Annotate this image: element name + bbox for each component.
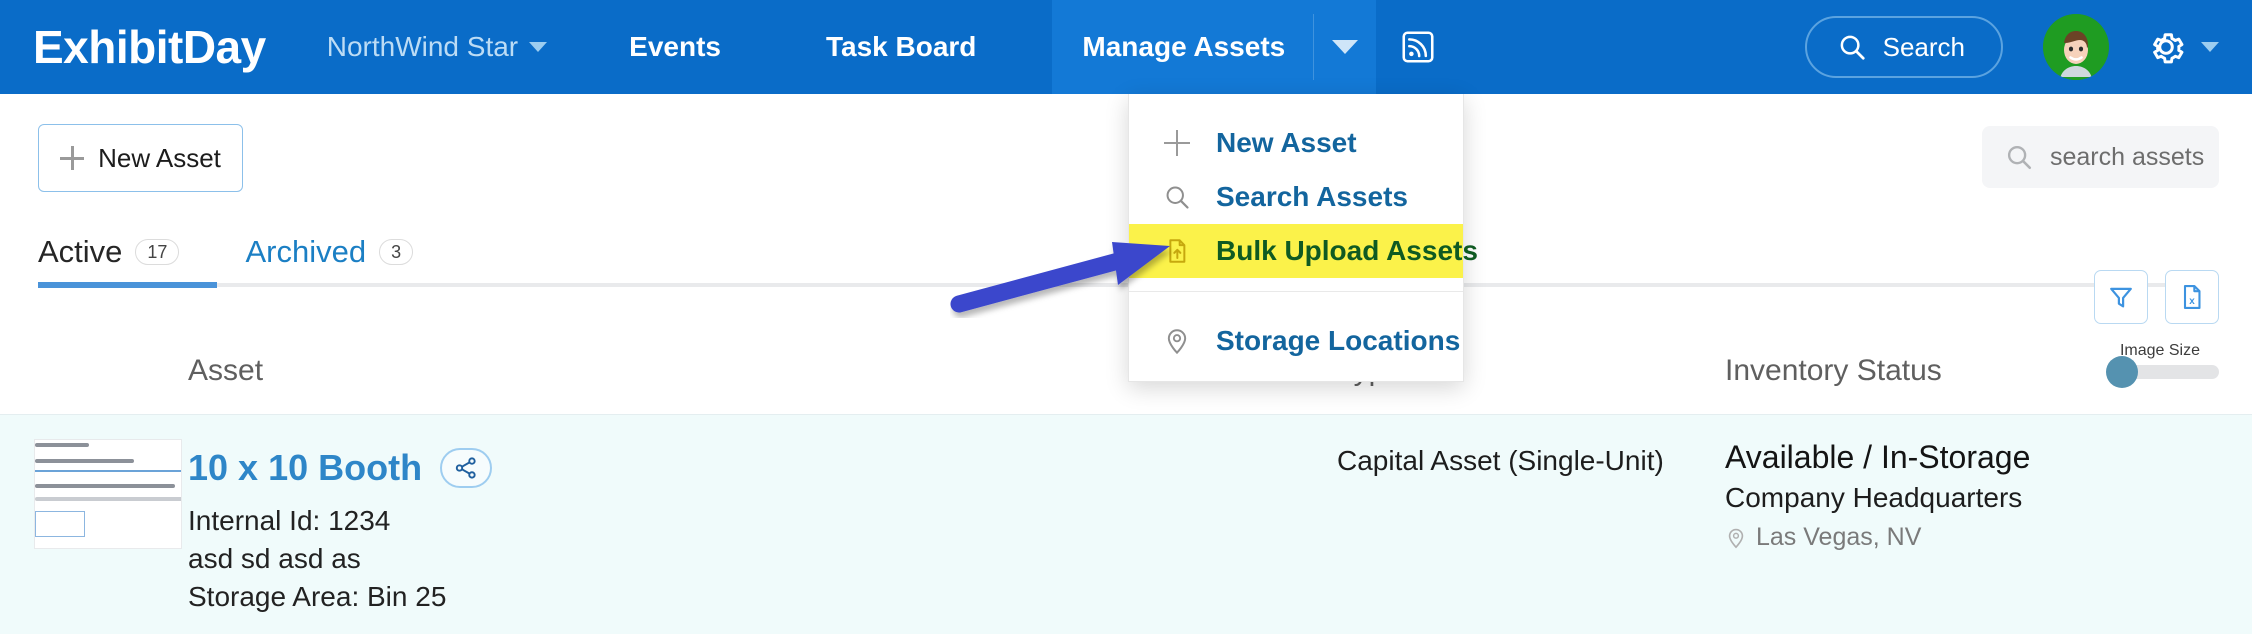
asset-name-link[interactable]: 10 x 10 Booth bbox=[188, 447, 422, 489]
nav-item-manage-assets[interactable]: Manage Assets bbox=[1052, 0, 1313, 94]
settings-menu-toggle[interactable] bbox=[2145, 26, 2219, 68]
tab-active-label: Active bbox=[38, 234, 123, 269]
table-header-row: Asset Type Inventory Status bbox=[0, 354, 2252, 418]
chevron-down-icon bbox=[1332, 40, 1359, 54]
annotation-arrow-icon bbox=[950, 242, 1170, 313]
user-avatar[interactable] bbox=[2043, 14, 2109, 80]
asset-name-row: 10 x 10 Booth bbox=[188, 447, 493, 489]
filter-button[interactable] bbox=[2094, 270, 2148, 324]
manage-assets-dropdown-toggle[interactable] bbox=[1314, 0, 1376, 94]
new-asset-button[interactable]: New Asset bbox=[38, 124, 243, 192]
rss-feed-icon bbox=[1402, 31, 1434, 63]
chevron-down-icon bbox=[2201, 42, 2219, 52]
tab-archived[interactable]: Archived 3 bbox=[245, 234, 414, 288]
search-icon bbox=[2007, 145, 2032, 170]
menu-item-search-assets-label: Search Assets bbox=[1216, 181, 1408, 212]
tab-archived-label: Archived bbox=[245, 234, 367, 269]
asset-location-name: Company Headquarters bbox=[1725, 482, 2023, 513]
share-button[interactable] bbox=[440, 448, 493, 488]
nav-item-manage-assets-group: Manage Assets bbox=[1052, 0, 1377, 94]
asset-location-city-row: Las Vegas, NV bbox=[1725, 523, 1921, 552]
map-pin-icon bbox=[1728, 528, 1744, 548]
export-button[interactable]: x bbox=[2165, 270, 2219, 324]
asset-tabs: Active 17 Archived 3 bbox=[38, 234, 414, 288]
tab-archived-count: 3 bbox=[379, 239, 414, 265]
gear-icon bbox=[2153, 33, 2184, 64]
asset-location-city: Las Vegas, NV bbox=[1756, 523, 1922, 551]
menu-item-search-assets[interactable]: Search Assets bbox=[1129, 170, 1463, 224]
search-assets-placeholder: search assets bbox=[2050, 142, 2205, 171]
table-action-buttons: x bbox=[2094, 270, 2219, 324]
asset-thumbnail[interactable] bbox=[34, 439, 182, 549]
tab-active[interactable]: Active 17 bbox=[38, 234, 180, 288]
asset-internal-id: Internal Id: 1234 bbox=[188, 505, 391, 536]
menu-item-new-asset[interactable]: New Asset bbox=[1129, 116, 1463, 170]
menu-item-bulk-upload-assets-label: Bulk Upload Assets bbox=[1216, 235, 1478, 266]
column-header-asset: Asset bbox=[188, 354, 264, 387]
asset-inventory-status-value: Available / In-Storage bbox=[1725, 439, 2031, 475]
top-navigation-bar: ExhibitDay NorthWind Star Events Task Bo… bbox=[0, 0, 2252, 94]
search-icon bbox=[1840, 35, 1865, 60]
menu-item-storage-locations[interactable]: Storage Locations bbox=[1129, 314, 1463, 368]
organization-name: NorthWind Star bbox=[326, 31, 519, 62]
new-asset-button-label: New Asset bbox=[98, 142, 221, 173]
filter-funnel-icon bbox=[2110, 287, 2132, 308]
svg-text:x: x bbox=[2189, 296, 2195, 307]
app-page: ExhibitDay NorthWind Star Events Task Bo… bbox=[0, 0, 2252, 640]
main-content: New Asset search assets Active 17 Archiv… bbox=[0, 94, 2252, 640]
rss-feed-button[interactable] bbox=[1398, 27, 1438, 67]
search-icon bbox=[1162, 183, 1192, 211]
menu-item-storage-locations-label: Storage Locations bbox=[1216, 325, 1461, 356]
global-search-button[interactable]: Search bbox=[1804, 16, 2003, 78]
tab-underline-active bbox=[38, 282, 217, 288]
asset-storage-area: Storage Area: Bin 25 bbox=[188, 581, 447, 612]
share-icon bbox=[455, 457, 476, 479]
app-logo[interactable]: ExhibitDay bbox=[33, 20, 266, 74]
excel-export-icon: x bbox=[2183, 284, 2201, 310]
asset-description: asd sd asd as bbox=[188, 543, 361, 574]
table-row[interactable]: 10 x 10 Booth Internal Id: 1234 asd sd a… bbox=[0, 414, 2252, 634]
plus-icon bbox=[60, 146, 85, 170]
organization-selector[interactable]: NorthWind Star bbox=[326, 31, 548, 63]
nav-item-events[interactable]: Events bbox=[599, 0, 751, 94]
global-search-label: Search bbox=[1882, 31, 1965, 62]
plus-icon bbox=[1162, 130, 1192, 156]
chevron-down-icon bbox=[529, 42, 548, 52]
column-header-inventory-status: Inventory Status bbox=[1725, 354, 1942, 387]
tab-active-count: 17 bbox=[135, 239, 180, 265]
asset-thumbnail-content bbox=[35, 440, 181, 548]
nav-item-task-board[interactable]: Task Board bbox=[796, 0, 1006, 94]
menu-item-new-asset-label: New Asset bbox=[1216, 127, 1357, 158]
search-assets-input[interactable]: search assets bbox=[1982, 126, 2219, 188]
map-pin-icon bbox=[1162, 327, 1192, 355]
asset-type-value: Capital Asset (Single-Unit) bbox=[1337, 445, 1664, 476]
avatar-illustration bbox=[2043, 14, 2109, 80]
